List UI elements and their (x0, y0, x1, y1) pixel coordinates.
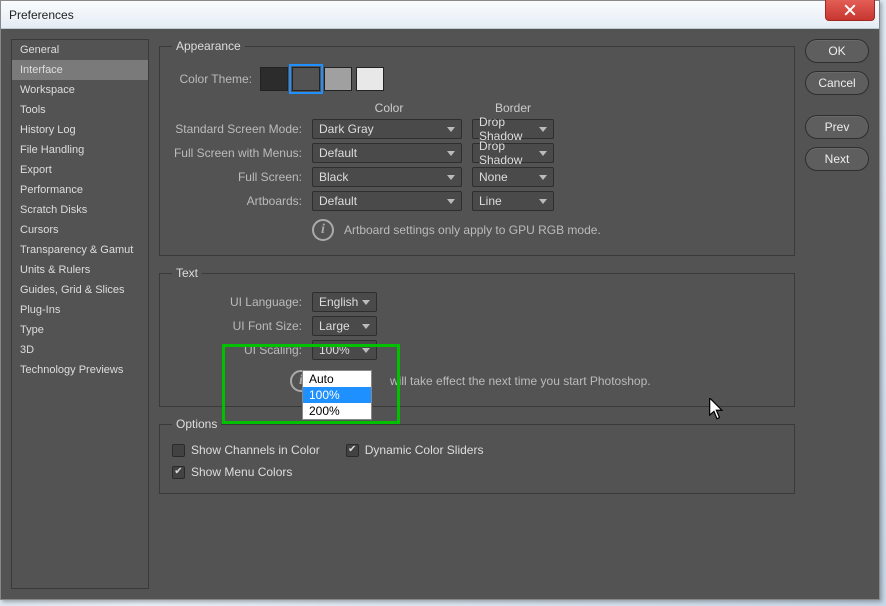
sidebar-item-guides-grid-slices[interactable]: Guides, Grid & Slices (12, 280, 148, 300)
show-channels-label: Show Channels in Color (191, 443, 320, 457)
sidebar-item-history-log[interactable]: History Log (12, 120, 148, 140)
prev-button[interactable]: Prev (805, 115, 869, 139)
options-group: Options Show Channels in Color Dynamic C… (159, 417, 795, 494)
restart-info-text: will take effect the next time you start… (390, 374, 651, 388)
standard-screen-mode-color-select[interactable]: Dark Gray (312, 119, 462, 139)
sidebar-item-3d[interactable]: 3D (12, 340, 148, 360)
ui-scaling-select[interactable]: 100% (312, 340, 377, 360)
text-legend: Text (172, 266, 202, 280)
sidebar-item-general[interactable]: General (12, 40, 148, 60)
sidebar-item-performance[interactable]: Performance (12, 180, 148, 200)
artboards-color-select[interactable]: Default (312, 191, 462, 211)
ui-scaling-label: UI Scaling: (172, 343, 302, 357)
sidebar-item-export[interactable]: Export (12, 160, 148, 180)
dialog-body: General Interface Workspace Tools Histor… (1, 29, 879, 599)
sidebar-item-technology-previews[interactable]: Technology Previews (12, 360, 148, 380)
appearance-group: Appearance Color Theme: Color Border (159, 39, 795, 256)
full-screen-border-select[interactable]: None (472, 167, 554, 187)
sidebar-item-transparency-gamut[interactable]: Transparency & Gamut (12, 240, 148, 260)
close-icon (844, 4, 856, 16)
sidebar-item-file-handling[interactable]: File Handling (12, 140, 148, 160)
info-icon: i (312, 219, 334, 241)
sidebar-item-scratch-disks[interactable]: Scratch Disks (12, 200, 148, 220)
artboards-border-select[interactable]: Line (472, 191, 554, 211)
titlebar: Preferences (1, 1, 879, 29)
ui-language-select[interactable]: English (312, 292, 377, 312)
full-screen-menus-border-select[interactable]: Drop Shadow (472, 143, 554, 163)
color-column-header: Color (310, 101, 468, 115)
options-legend: Options (172, 417, 221, 431)
full-screen-menus-color-select[interactable]: Default (312, 143, 462, 163)
ok-button[interactable]: OK (805, 39, 869, 63)
sidebar-item-plug-ins[interactable]: Plug-Ins (12, 300, 148, 320)
window-title: Preferences (9, 8, 74, 22)
dynamic-sliders-label: Dynamic Color Sliders (365, 443, 484, 457)
swatch-lightest[interactable] (356, 67, 384, 91)
full-screen-menus-label: Full Screen with Menus: (172, 146, 302, 160)
ui-font-size-label: UI Font Size: (172, 319, 302, 333)
show-menu-colors-label: Show Menu Colors (191, 465, 292, 479)
sidebar-item-tools[interactable]: Tools (12, 100, 148, 120)
swatch-darkest[interactable] (260, 67, 288, 91)
artboards-label: Artboards: (172, 194, 302, 208)
ui-scaling-dropdown[interactable]: Auto 100% 200% (302, 370, 372, 420)
right-button-column: OK Cancel Prev Next (805, 39, 869, 589)
show-menu-colors-checkbox[interactable] (172, 466, 185, 479)
sidebar-item-cursors[interactable]: Cursors (12, 220, 148, 240)
artboard-info-text: Artboard settings only apply to GPU RGB … (344, 223, 601, 237)
color-theme-swatches (260, 67, 384, 91)
close-button[interactable] (825, 0, 875, 21)
color-theme-label: Color Theme: (172, 72, 252, 86)
cancel-button[interactable]: Cancel (805, 71, 869, 95)
sidebar: General Interface Workspace Tools Histor… (11, 39, 149, 589)
main-panel: Appearance Color Theme: Color Border (159, 39, 795, 589)
swatch-dark[interactable] (292, 67, 320, 91)
ui-scaling-option-100[interactable]: 100% (303, 387, 371, 403)
show-channels-checkbox[interactable] (172, 444, 185, 457)
sidebar-item-units-rulers[interactable]: Units & Rulers (12, 260, 148, 280)
ui-scaling-option-200[interactable]: 200% (303, 403, 371, 419)
sidebar-item-interface[interactable]: Interface (12, 60, 148, 80)
standard-screen-mode-border-select[interactable]: Drop Shadow (472, 119, 554, 139)
text-group: Text UI Language: English UI Font Size: … (159, 266, 795, 407)
next-button[interactable]: Next (805, 147, 869, 171)
ui-language-label: UI Language: (172, 295, 302, 309)
appearance-legend: Appearance (172, 39, 245, 53)
full-screen-label: Full Screen: (172, 170, 302, 184)
sidebar-item-type[interactable]: Type (12, 320, 148, 340)
preferences-window: Preferences General Interface Workspace … (0, 0, 880, 600)
sidebar-item-workspace[interactable]: Workspace (12, 80, 148, 100)
full-screen-color-select[interactable]: Black (312, 167, 462, 187)
border-column-header: Border (468, 101, 558, 115)
ui-scaling-option-auto[interactable]: Auto (303, 371, 371, 387)
standard-screen-mode-label: Standard Screen Mode: (172, 122, 302, 136)
swatch-light[interactable] (324, 67, 352, 91)
ui-font-size-select[interactable]: Large (312, 316, 377, 336)
dynamic-sliders-checkbox[interactable] (346, 444, 359, 457)
